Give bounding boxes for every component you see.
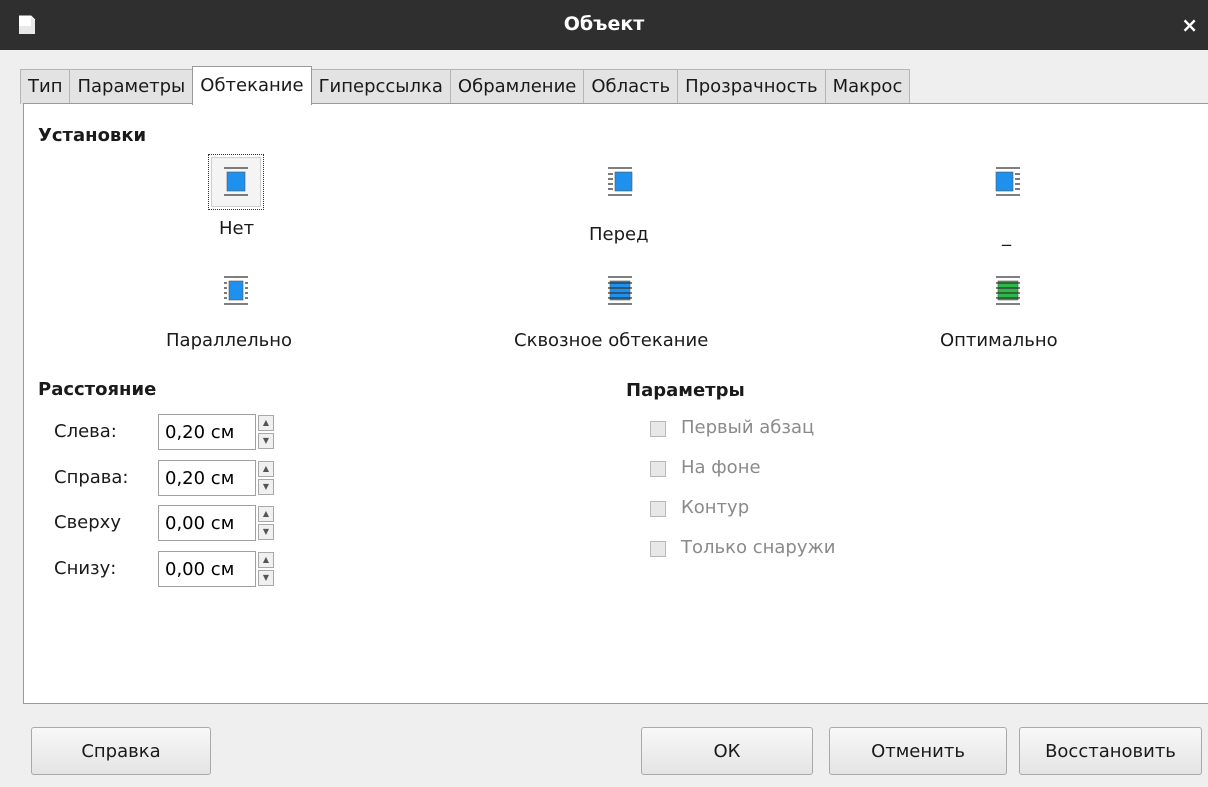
spacing-left-spinner[interactable]: ▲ ▼ (258, 415, 274, 449)
spin-up-icon[interactable]: ▲ (258, 506, 274, 522)
tab-parameters[interactable]: Параметры (69, 69, 194, 104)
wrap-parallel-label: Параллельно (166, 330, 292, 351)
tab-hyperlink[interactable]: Гиперссылка (310, 69, 451, 104)
spin-up-icon[interactable]: ▲ (258, 552, 274, 568)
cancel-button[interactable]: Отменить (829, 727, 1007, 775)
wrap-optimal-icon[interactable] (980, 263, 1036, 319)
wrap-parallel-icon[interactable] (208, 263, 264, 319)
spin-up-icon[interactable]: ▲ (258, 461, 274, 477)
checkbox-box[interactable] (650, 461, 666, 477)
title-bar: Объект × (0, 0, 1208, 50)
wrap-after-icon[interactable] (980, 154, 1036, 210)
ok-button[interactable]: ОК (641, 727, 813, 775)
spacing-right-input[interactable] (158, 460, 256, 496)
spin-up-icon[interactable]: ▲ (258, 415, 274, 431)
tab-wrap[interactable]: Обтекание (192, 66, 312, 105)
wrap-none-icon[interactable] (208, 154, 264, 210)
checkbox-in-background-label: На фоне (681, 457, 761, 478)
checkbox-box[interactable] (650, 421, 666, 437)
help-button[interactable]: Справка (31, 727, 211, 775)
checkbox-outside-only-label: Только снаружи (681, 537, 836, 558)
wrap-after-label: _ (1002, 226, 1011, 247)
spacing-top-spinner[interactable]: ▲ ▼ (258, 506, 274, 540)
wrap-optimal-label: Оптимально (940, 330, 1058, 351)
tab-macro[interactable]: Макрос (824, 69, 911, 104)
wrap-through-label: Сквозное обтекание (514, 330, 709, 351)
close-icon[interactable]: × (1181, 13, 1198, 37)
window-title: Объект (563, 13, 645, 35)
tab-type[interactable]: Тип (20, 69, 71, 104)
checkbox-box[interactable] (650, 501, 666, 517)
spacing-bottom-input[interactable] (158, 551, 256, 587)
spin-down-icon[interactable]: ▼ (258, 433, 274, 449)
spacing-top-input[interactable] (158, 505, 256, 541)
wrap-before-icon[interactable] (592, 154, 648, 210)
tab-bar: Тип Параметры Обтекание Гиперссылка Обра… (20, 66, 911, 105)
wrap-none-label: Нет (219, 218, 255, 239)
tab-area[interactable]: Область (583, 69, 679, 104)
reset-button[interactable]: Восстановить (1019, 727, 1202, 775)
checkbox-contour-label: Контур (681, 497, 750, 518)
wrap-before-label: Перед (589, 224, 649, 245)
options-heading: Параметры (626, 380, 745, 401)
spacing-left-input[interactable] (158, 414, 256, 450)
spacing-right-spinner[interactable]: ▲ ▼ (258, 461, 274, 495)
spacing-bottom-label: Снизу: (54, 558, 117, 579)
wrap-through-icon[interactable] (592, 263, 648, 319)
settings-heading: Установки (38, 125, 147, 146)
tab-transparency[interactable]: Прозрачность (677, 69, 826, 104)
spin-down-icon[interactable]: ▼ (258, 524, 274, 540)
spacing-heading: Расстояние (38, 379, 157, 400)
spacing-bottom-spinner[interactable]: ▲ ▼ (258, 552, 274, 586)
spin-down-icon[interactable]: ▼ (258, 479, 274, 495)
checkbox-box[interactable] (650, 541, 666, 557)
tab-borders[interactable]: Обрамление (449, 69, 585, 104)
spacing-right-label: Справа: (54, 467, 129, 488)
checkbox-first-paragraph-label: Первый абзац (681, 417, 815, 438)
spacing-top-label: Сверху (54, 512, 121, 533)
spin-down-icon[interactable]: ▼ (258, 570, 274, 586)
spacing-left-label: Слева: (54, 421, 117, 442)
